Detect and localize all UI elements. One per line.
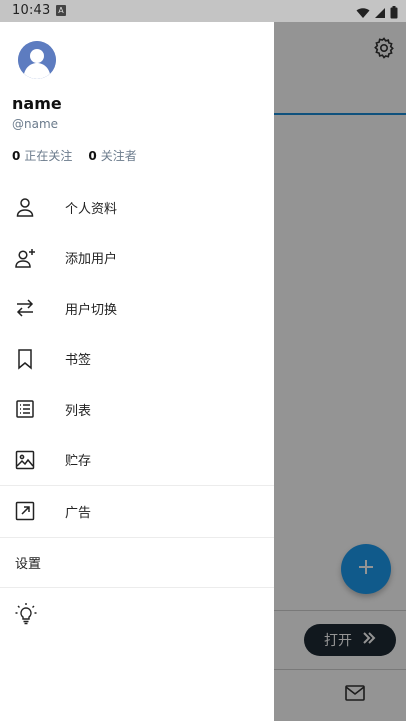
menu-item-label: 广告 — [65, 505, 92, 521]
profile-handle: @name — [12, 117, 59, 131]
lightbulb-icon — [14, 602, 38, 626]
battery-icon — [390, 4, 398, 23]
menu-item-label: 用户切换 — [65, 302, 118, 318]
settings-label: 设置 — [15, 556, 42, 572]
wifi-icon — [356, 4, 370, 23]
navigation-drawer: name @name 0 正在关注 0 关注者 个人资料 添加用户 用户切换 书… — [0, 22, 274, 721]
menu-item-storage[interactable]: 贮存 — [0, 435, 274, 486]
external-link-icon — [14, 500, 36, 522]
theme-toggle[interactable] — [0, 588, 274, 640]
signal-icon — [374, 4, 386, 23]
followers-label[interactable]: 关注者 — [101, 147, 137, 164]
follow-stats: 0 正在关注 0 关注者 — [12, 147, 137, 164]
following-label[interactable]: 正在关注 — [24, 147, 72, 164]
drawer-menu: 个人资料 添加用户 用户切换 书签 列表 贮存 广告 设置 — [0, 182, 274, 640]
menu-item-label: 贮存 — [65, 454, 92, 470]
menu-item-settings[interactable]: 设置 — [0, 538, 274, 587]
following-count[interactable]: 0 — [12, 149, 20, 163]
menu-item-label: 书签 — [65, 353, 92, 369]
menu-item-label: 个人资料 — [65, 201, 118, 217]
add-user-icon — [14, 247, 36, 269]
followers-count[interactable]: 0 — [88, 149, 96, 163]
menu-item-bookmarks[interactable]: 书签 — [0, 334, 274, 385]
menu-item-lists[interactable]: 列表 — [0, 384, 274, 435]
status-bar: 10:43 A — [0, 0, 406, 22]
menu-item-profile[interactable]: 个人资料 — [0, 182, 274, 233]
status-time: 10:43 — [12, 3, 51, 18]
person-icon — [14, 196, 36, 218]
menu-item-add-user[interactable]: 添加用户 — [0, 233, 274, 284]
notification-badge: A — [56, 5, 66, 16]
list-icon — [14, 398, 36, 420]
menu-item-label: 列表 — [65, 403, 92, 419]
menu-item-switch-user[interactable]: 用户切换 — [0, 283, 274, 334]
menu-item-label: 添加用户 — [65, 252, 118, 268]
menu-item-ads[interactable]: 广告 — [0, 486, 274, 537]
switch-arrows-icon — [14, 297, 36, 319]
profile-name[interactable]: name — [12, 94, 62, 113]
bookmark-icon — [14, 348, 36, 370]
avatar[interactable] — [18, 41, 56, 79]
image-icon — [14, 449, 36, 471]
